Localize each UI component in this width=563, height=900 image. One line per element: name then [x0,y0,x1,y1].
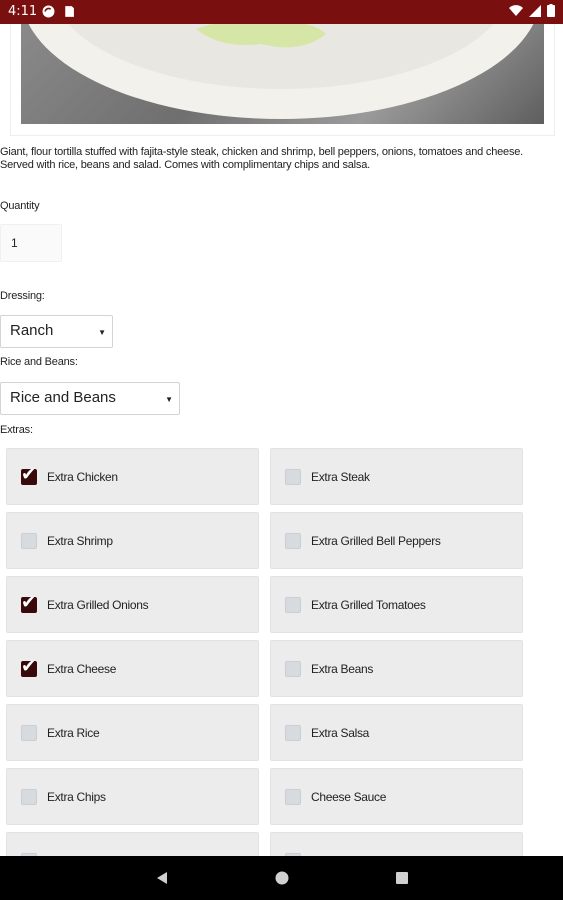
extra-option[interactable]: ✔ Extra Cheese [6,640,259,697]
extra-option[interactable]: Extra Beans [270,640,523,697]
status-right [509,4,555,17]
checkbox[interactable]: ✔ [21,592,37,613]
extra-option-label: Extra Shrimp [47,534,113,548]
checkbox[interactable]: ✔ [21,464,37,485]
extra-option-label: Cheese Sauce [311,790,387,804]
extras-label: Extras: [0,424,33,436]
navigation-bar [0,856,563,900]
extra-option[interactable]: Extra Steak [270,448,523,505]
dressing-select[interactable]: Ranch ▼ [0,315,113,348]
extra-option-label: Extra Grilled Onions [47,598,149,612]
wifi-icon [509,4,523,16]
checkbox[interactable] [285,661,301,677]
checkbox[interactable] [285,789,301,805]
home-icon[interactable] [275,871,289,885]
rice-and-beans-select[interactable]: Rice and Beans ▼ [0,382,180,415]
checkbox[interactable] [21,789,37,805]
extra-option-label: Extra Grilled Tomatoes [311,598,426,612]
extra-option[interactable]: Extra Shrimp [6,512,259,569]
checkbox[interactable] [21,725,37,741]
rice-and-beans-selected: Rice and Beans [10,389,116,406]
extra-option-label: Extra Steak [311,470,370,484]
dressing-label: Dressing: [0,290,45,302]
extra-option-label: Extra Chicken [47,470,118,484]
extra-option-label: Extra Beans [311,662,374,676]
extra-option[interactable]: Extra Rice [6,704,259,761]
status-bar: 4:11 [0,0,563,24]
checkbox[interactable]: ✔ [21,656,37,677]
checkbox[interactable] [285,725,301,741]
extra-option[interactable]: Extra Grilled Bell Peppers [270,512,523,569]
quantity-label: Quantity [0,200,40,212]
back-icon[interactable] [155,871,169,885]
dressing-selected: Ranch [10,322,54,339]
rice-and-beans-label: Rice and Beans: [0,356,78,368]
extra-option-label: Extra Grilled Bell Peppers [311,534,441,548]
extra-option-label: Extra Rice [47,726,100,740]
extra-option[interactable]: Extra Salsa [270,704,523,761]
chevron-down-icon: ▼ [165,395,173,404]
battery-icon [547,4,555,17]
extra-option[interactable]: Extra Chips [6,768,259,825]
checkbox[interactable] [285,533,301,549]
checkmark-icon: ✔ [21,464,37,485]
food-photo [21,24,544,124]
extra-option-label: Extra Chips [47,790,106,804]
checkbox[interactable] [285,597,301,613]
item-description: Giant, flour tortilla stuffed with fajit… [0,146,524,171]
extra-option[interactable]: ✔ Extra Grilled Onions [6,576,259,633]
checkmark-icon: ✔ [21,592,37,613]
food-photo-frame [10,24,555,136]
extra-option[interactable]: ✔ Extra Chicken [6,448,259,505]
sync-icon [42,5,55,18]
status-time: 4:11 [8,4,38,19]
checkbox[interactable] [21,533,37,549]
chevron-down-icon: ▼ [98,328,106,337]
sd-card-icon [65,6,74,17]
quantity-input[interactable]: 1 [0,224,62,262]
checkbox[interactable] [285,469,301,485]
extra-option-label: Extra Cheese [47,662,117,676]
extra-option[interactable]: Extra Grilled Tomatoes [270,576,523,633]
signal-icon [529,4,541,17]
recents-icon[interactable] [395,871,409,885]
checkmark-icon: ✔ [21,656,37,677]
extra-option[interactable]: Cheese Sauce [270,768,523,825]
extra-option-label: Extra Salsa [311,726,370,740]
